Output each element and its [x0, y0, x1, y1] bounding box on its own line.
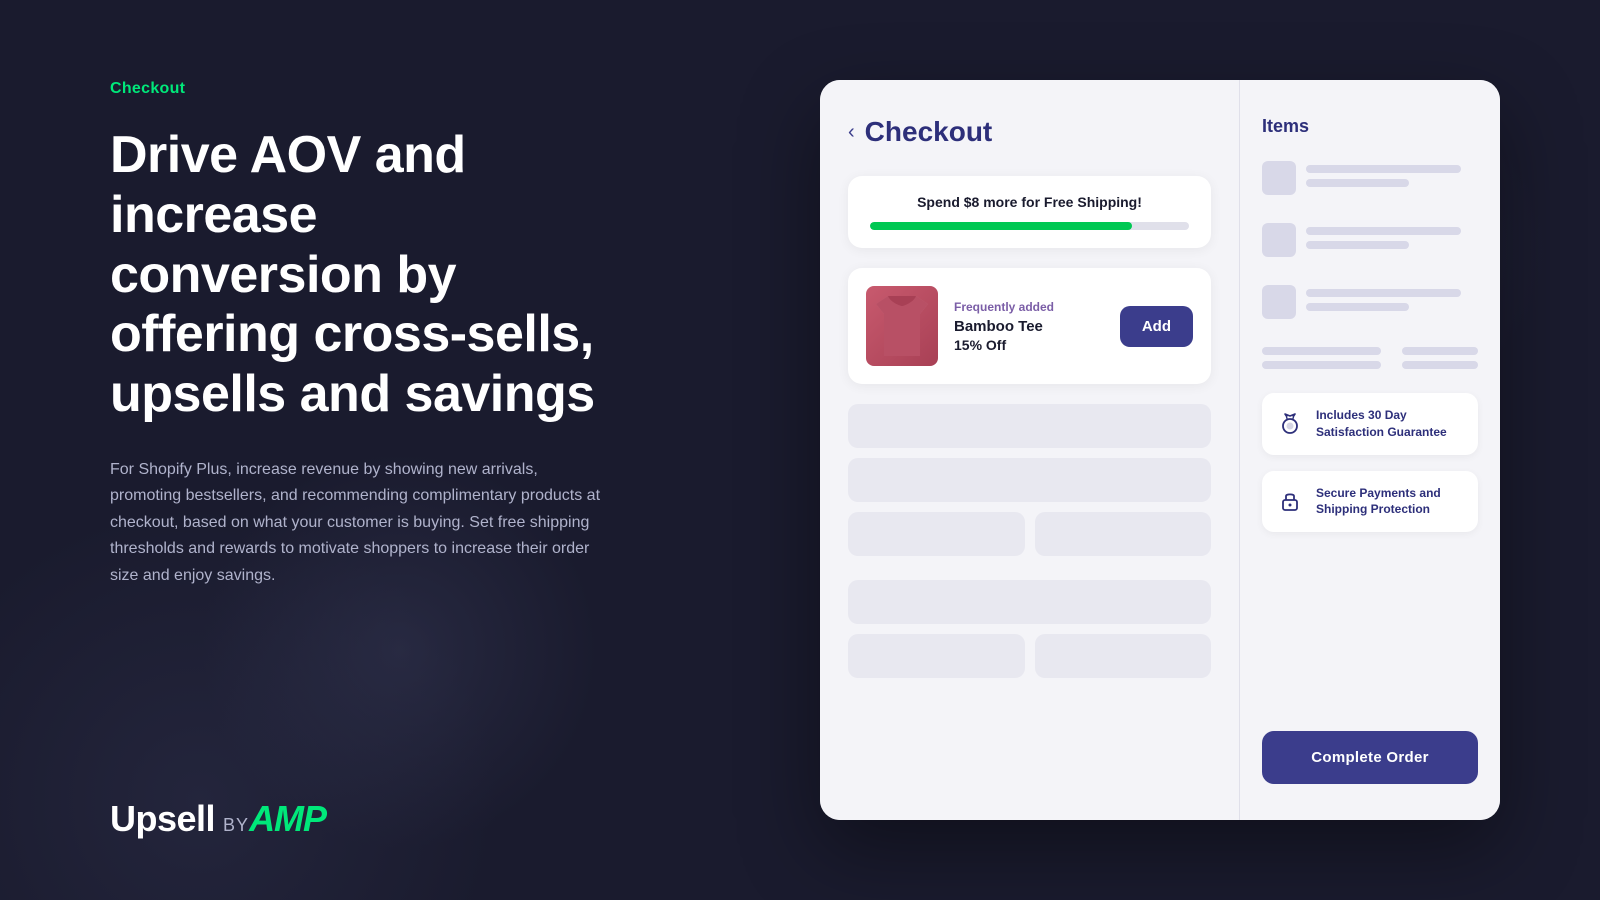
- form-placeholder-3b: [1035, 512, 1212, 556]
- item-lines-1: [1306, 161, 1478, 187]
- left-content: Checkout Drive AOV and increase conversi…: [110, 80, 600, 798]
- section-label: Checkout: [110, 80, 600, 98]
- item-row-1: [1262, 161, 1478, 195]
- shipping-banner-text: Spend $8 more for Free Shipping!: [870, 194, 1189, 210]
- item-thumbnail-3: [1262, 285, 1296, 319]
- checkout-header: ‹ Checkout: [848, 116, 1211, 148]
- total-bar-1a: [1262, 347, 1381, 355]
- item-line-3b: [1306, 303, 1409, 311]
- add-to-cart-button[interactable]: Add: [1120, 306, 1193, 347]
- item-line-2a: [1306, 227, 1461, 235]
- complete-order-button[interactable]: Complete Order: [1262, 731, 1478, 784]
- upsell-info: Frequently added Bamboo Tee 15% Off: [954, 300, 1104, 353]
- payments-badge: Secure Payments and Shipping Protection: [1262, 471, 1478, 533]
- checkout-panel: ‹ Checkout Spend $8 more for Free Shippi…: [820, 80, 1500, 820]
- description: For Shopify Plus, increase revenue by sh…: [110, 457, 600, 589]
- frequently-added-label: Frequently added: [954, 300, 1104, 314]
- product-image: [866, 286, 938, 366]
- upsell-card: Frequently added Bamboo Tee 15% Off Add: [848, 268, 1211, 384]
- checkout-title: Checkout: [865, 116, 993, 148]
- lock-icon: [1276, 487, 1304, 515]
- medal-icon: [1276, 410, 1304, 438]
- form-placeholder-row-5: [848, 634, 1211, 678]
- brand-footer: Upsell BY AMP: [110, 798, 600, 840]
- left-panel: Checkout Drive AOV and increase conversi…: [0, 0, 680, 900]
- item-line-1b: [1306, 179, 1409, 187]
- item-row-2: [1262, 223, 1478, 257]
- product-name: Bamboo Tee: [954, 318, 1104, 335]
- total-bar-2a: [1262, 361, 1381, 369]
- guarantee-badge-text: Includes 30 Day Satisfaction Guarantee: [1316, 407, 1464, 441]
- brand-amp-text: AMP: [249, 798, 326, 840]
- item-line-2b: [1306, 241, 1409, 249]
- brand-by-text: BY: [223, 815, 249, 836]
- form-placeholder-1: [848, 404, 1211, 448]
- progress-bar-background: [870, 222, 1189, 230]
- item-thumbnail-2: [1262, 223, 1296, 257]
- checkout-right-column: Items: [1240, 80, 1500, 820]
- items-title: Items: [1262, 116, 1478, 137]
- totals-area: [1262, 347, 1478, 369]
- back-chevron-icon[interactable]: ‹: [848, 121, 855, 144]
- item-row-3: [1262, 285, 1478, 319]
- product-discount: 15% Off: [954, 337, 1104, 353]
- form-placeholder-5b: [1035, 634, 1212, 678]
- headline: Drive AOV and increase conversion by off…: [110, 126, 600, 425]
- total-bar-1b: [1402, 347, 1478, 355]
- checkout-left-column: ‹ Checkout Spend $8 more for Free Shippi…: [820, 80, 1240, 820]
- form-section-2: [848, 580, 1211, 678]
- item-lines-2: [1306, 223, 1478, 249]
- form-placeholder-3a: [848, 512, 1025, 556]
- shipping-banner: Spend $8 more for Free Shipping!: [848, 176, 1211, 248]
- form-placeholder-row-3: [848, 512, 1211, 556]
- total-bar-2b: [1402, 361, 1478, 369]
- guarantee-badge: Includes 30 Day Satisfaction Guarantee: [1262, 393, 1478, 455]
- payments-badge-text: Secure Payments and Shipping Protection: [1316, 485, 1464, 519]
- item-lines-3: [1306, 285, 1478, 311]
- checkout-inner: ‹ Checkout Spend $8 more for Free Shippi…: [820, 80, 1500, 820]
- total-line-2: [1262, 361, 1478, 369]
- total-line-1: [1262, 347, 1478, 355]
- form-section-1: [848, 404, 1211, 556]
- form-placeholder-5a: [848, 634, 1025, 678]
- item-line-1a: [1306, 165, 1461, 173]
- form-placeholder-2: [848, 458, 1211, 502]
- progress-bar-fill: [870, 222, 1132, 230]
- form-placeholder-4: [848, 580, 1211, 624]
- item-thumbnail-1: [1262, 161, 1296, 195]
- item-line-3a: [1306, 289, 1461, 297]
- brand-upsell-text: Upsell: [110, 798, 215, 840]
